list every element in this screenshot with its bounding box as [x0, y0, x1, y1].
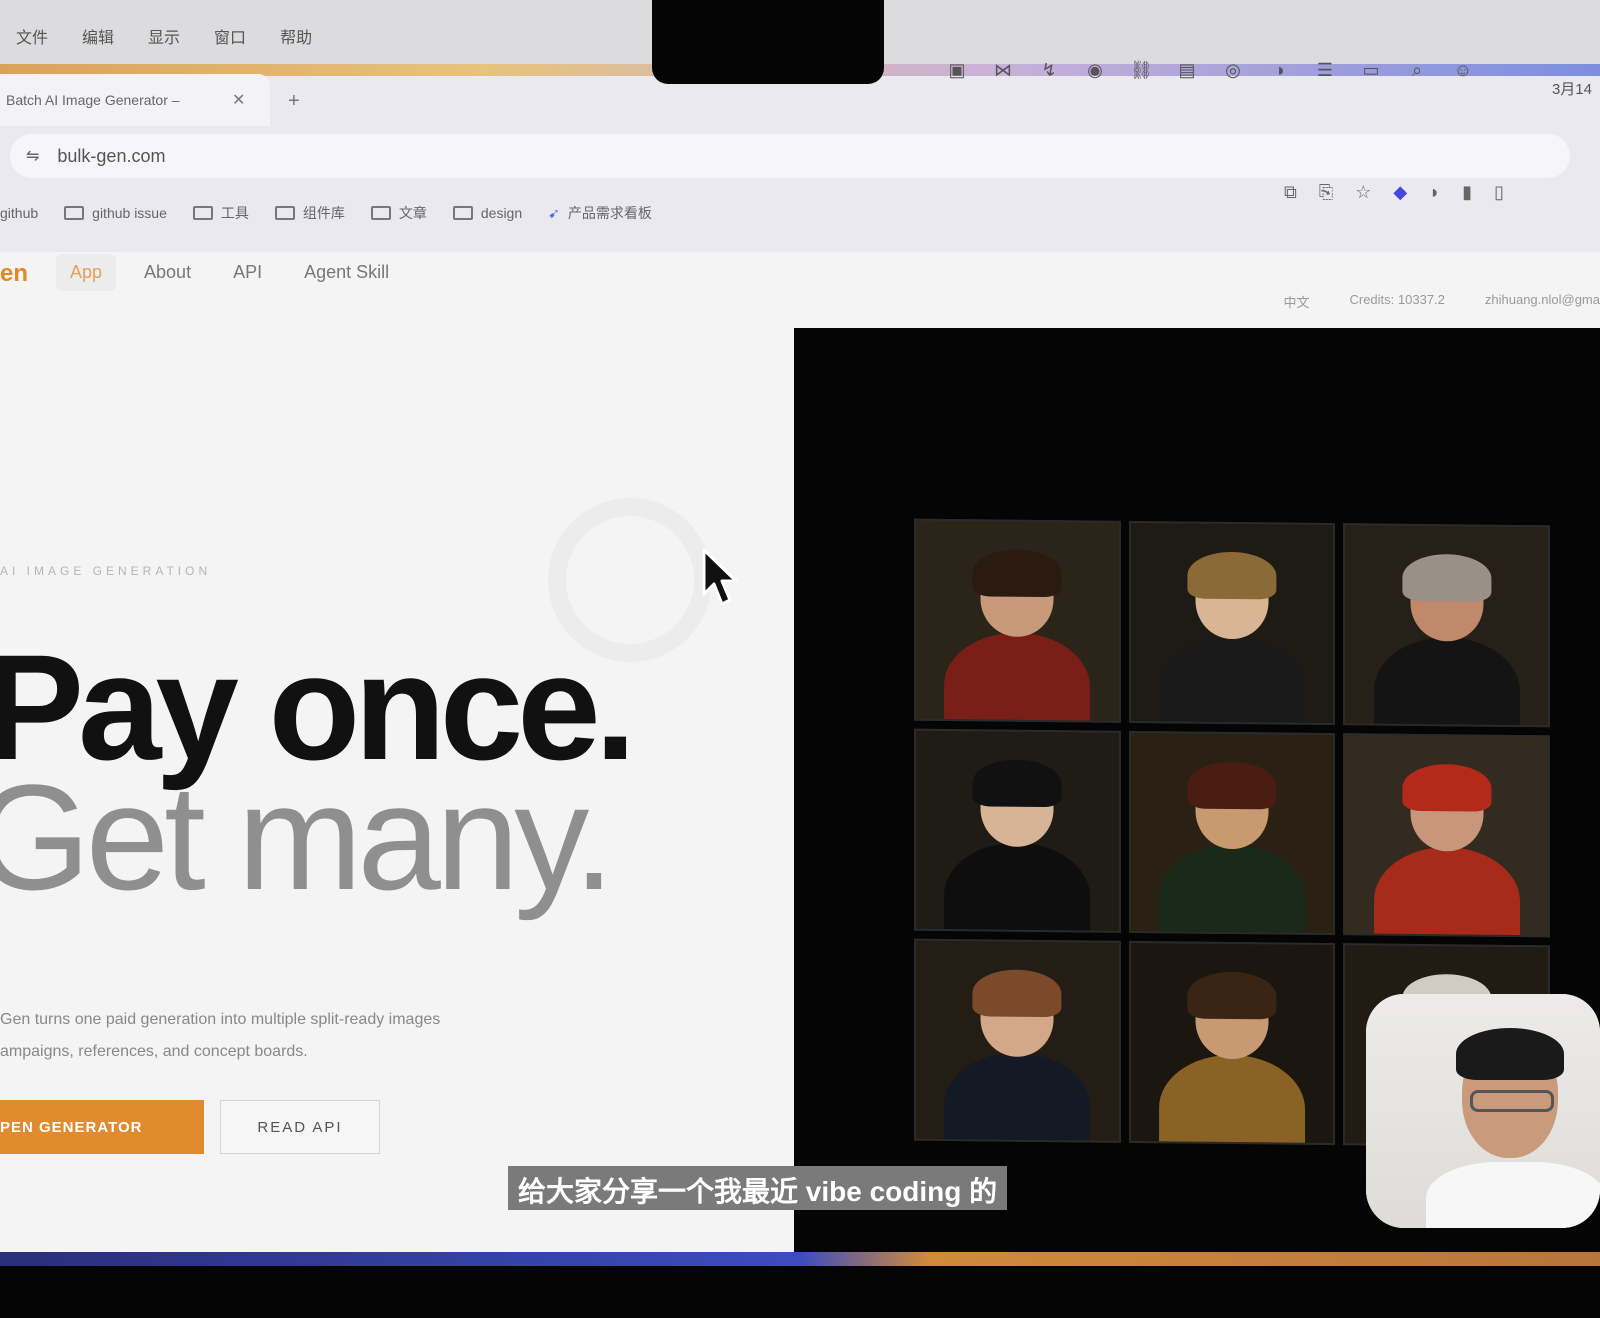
read-api-button[interactable]: READ API — [220, 1100, 380, 1154]
new-tab-icon[interactable]: + — [288, 90, 300, 113]
language-toggle[interactable]: 中文 — [1283, 292, 1309, 311]
status-icon-6[interactable]: ▤ — [1176, 60, 1198, 81]
site-header: en App About API Agent Skill 中文 Credits:… — [0, 252, 1600, 328]
bookmarks-bar: github github issue 工具 组件库 文章 design ➹ 产品… — [0, 196, 652, 230]
cast-icon[interactable]: ⎘ — [1319, 182, 1333, 203]
extension-chart-icon[interactable]: ▮ — [1462, 182, 1472, 203]
hero-title-line2: Get many. — [0, 753, 615, 921]
status-icon-1[interactable]: ▣ — [946, 60, 968, 81]
tab-close-icon[interactable]: ✕ — [232, 90, 245, 110]
menu-window[interactable]: 窗口 — [214, 24, 246, 48]
spotlight-search-icon[interactable]: ⌕ — [1406, 60, 1428, 81]
control-center-icon[interactable]: ☺ — [1452, 60, 1474, 81]
account-info: 中文 Credits: 10337.2 zhihuang.nlol@gma — [1283, 292, 1600, 311]
monitor-bezel — [0, 1266, 1600, 1318]
open-generator-button[interactable]: PEN GENERATOR — [0, 1100, 204, 1154]
menu-view[interactable]: 显示 — [148, 24, 180, 48]
camera-notch — [652, 0, 884, 84]
folder-icon — [370, 206, 391, 220]
portrait-cardinal — [1343, 733, 1550, 938]
bookmark-design[interactable]: design — [452, 205, 522, 221]
portrait-old-scholar — [1343, 523, 1550, 728]
site-settings-icon[interactable]: ⇋ — [26, 146, 39, 166]
menubar-clock[interactable]: 3月14 — [1552, 78, 1592, 99]
bookmark-articles[interactable]: 文章 — [370, 203, 427, 223]
bookmark-star-icon[interactable]: ☆ — [1355, 182, 1371, 203]
wifi-icon[interactable]: ☰ — [1314, 60, 1336, 81]
status-icon-4[interactable]: ◉ — [1084, 60, 1106, 81]
address-bar[interactable]: ⇋ bulk-gen.com — [10, 134, 1570, 178]
menu-edit[interactable]: 编辑 — [82, 24, 114, 48]
bookmark-github-issue[interactable]: github issue — [64, 205, 167, 221]
hero-description-line1: Gen turns one paid generation into multi… — [0, 1011, 441, 1028]
folder-icon — [192, 206, 213, 220]
site-nav: App About API Agent Skill — [56, 254, 403, 291]
menu-help[interactable]: 帮助 — [280, 24, 312, 48]
menubar-status-icons: ▣ ⋈ ↯ ◉ ⛓ ▤ ◎ ◑ ☰ ▭ ⌕ ☺ — [946, 60, 1474, 81]
extension-moon-icon[interactable]: ◗ — [1429, 182, 1440, 203]
browser-tab[interactable]: Batch AI Image Generator – ✕ — [0, 74, 270, 126]
browser-toolbar-icons: ⧉ ⎘ ☆ ◆ ◗ ▮ ▯ — [1284, 182, 1504, 203]
hero-eyebrow: AI IMAGE GENERATION — [0, 564, 212, 578]
bookmark-github[interactable]: github — [0, 205, 38, 221]
hero-section: AI IMAGE GENERATION Pay once. Get many. … — [0, 328, 794, 1252]
board-icon: ➹ — [548, 204, 560, 221]
portrait-young-man-hat — [914, 728, 1121, 933]
battery-icon[interactable]: ▭ — [1360, 60, 1382, 81]
tab-title: Batch AI Image Generator – — [6, 92, 180, 108]
url-text: bulk-gen.com — [57, 145, 166, 166]
mouse-cursor-icon — [702, 548, 738, 606]
video-subtitle: 给大家分享一个我最近 vibe coding 的 — [508, 1166, 1008, 1210]
portrait-lute-player — [1128, 940, 1336, 1146]
hero-description-line2: ampaigns, references, and concept boards… — [0, 1043, 308, 1060]
nav-about[interactable]: About — [130, 254, 205, 291]
portrait-mona-lisa — [1128, 730, 1336, 936]
portrait-bearded-man — [914, 518, 1121, 723]
extension-icon[interactable]: ◆ — [1393, 182, 1407, 203]
nav-api[interactable]: API — [219, 254, 276, 291]
status-icon-3[interactable]: ↯ — [1038, 60, 1060, 81]
hero-description: Gen turns one paid generation into multi… — [0, 1004, 440, 1068]
extensions-puzzle-icon[interactable]: ▯ — [1494, 182, 1504, 203]
nav-agent-skill[interactable]: Agent Skill — [290, 254, 403, 291]
app-menus: 文件 编辑 显示 窗口 帮助 — [16, 24, 312, 48]
menu-file[interactable]: 文件 — [16, 24, 48, 48]
portrait-woman-headdress — [1128, 520, 1336, 726]
folder-icon — [274, 206, 295, 220]
portrait-woman-bonnet — [914, 938, 1121, 1143]
website: en App About API Agent Skill 中文 Credits:… — [0, 252, 1600, 1252]
status-icon-8[interactable]: ◑ — [1268, 60, 1290, 81]
screen-bottom-glow — [0, 1252, 1600, 1266]
bookmark-product-board[interactable]: ➹ 产品需求看板 — [548, 203, 652, 223]
status-icon-2[interactable]: ⋈ — [992, 60, 1014, 81]
folder-icon — [64, 206, 85, 220]
presenter-webcam — [1366, 994, 1600, 1228]
bookmark-tools[interactable]: 工具 — [192, 203, 249, 223]
bookmark-components[interactable]: 组件库 — [274, 203, 345, 223]
site-logo[interactable]: en — [0, 260, 28, 288]
credits-balance: Credits: 10337.2 — [1349, 292, 1445, 307]
translate-icon[interactable]: ⧉ — [1284, 182, 1297, 203]
status-icon-7[interactable]: ◎ — [1222, 60, 1244, 81]
status-icon-5[interactable]: ⛓ — [1130, 60, 1153, 81]
user-email[interactable]: zhihuang.nlol@gma — [1485, 292, 1600, 311]
nav-app[interactable]: App — [56, 254, 117, 291]
folder-icon — [452, 206, 473, 220]
